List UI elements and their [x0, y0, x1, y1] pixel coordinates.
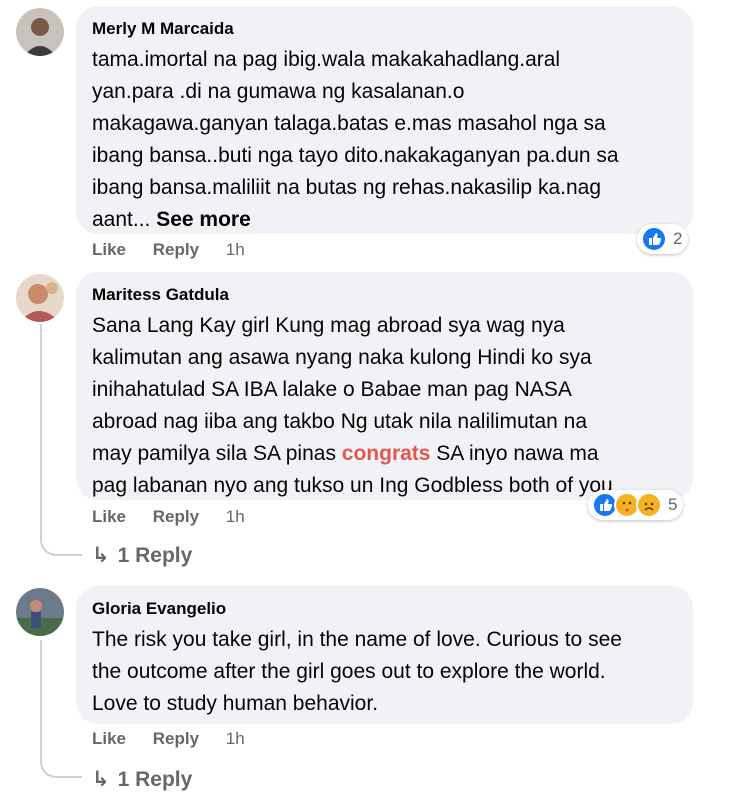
comment-bubble: Merly M Marcaida tama.imortal na pag ibi…	[76, 6, 693, 234]
reaction-count: 5	[668, 495, 678, 514]
comment-text: The risk you take girl, in the name of l…	[92, 628, 622, 715]
comment-text: Sana Lang Kay girl Kung mag abroad sya w…	[92, 314, 613, 497]
reply-button[interactable]: Reply	[153, 507, 199, 526]
comment-actions: Like Reply 1h	[92, 240, 267, 260]
see-more-link[interactable]: See more	[156, 208, 251, 231]
avatar[interactable]	[16, 274, 64, 322]
comment-bubble: Maritess Gatdula Sana Lang Kay girl Kung…	[76, 272, 693, 500]
comment-actions: Like Reply 1h	[92, 729, 267, 749]
thread-connector	[40, 752, 82, 778]
reply-arrow-icon: ↳	[92, 768, 110, 791]
reply-arrow-icon: ↳	[92, 544, 110, 567]
comment-text: tama.imortal na pag ibig.wala makakahadl…	[92, 48, 619, 231]
comment-bubble: Gloria Evangelio The risk you take girl,…	[76, 586, 693, 724]
like-icon	[641, 226, 667, 252]
like-button[interactable]: Like	[92, 507, 126, 526]
comment-author[interactable]: Maritess Gatdula	[92, 284, 677, 306]
comment-actions: Like Reply 1h	[92, 507, 267, 527]
view-replies-link[interactable]: ↳ 1 Reply	[92, 543, 192, 568]
reaction-count: 2	[673, 229, 683, 248]
highlight-keyword[interactable]: congrats	[342, 442, 431, 465]
reactions-summary[interactable]: 2	[637, 224, 689, 254]
like-button[interactable]: Like	[92, 729, 126, 748]
thread-line	[40, 640, 42, 752]
timestamp[interactable]: 1h	[226, 240, 245, 259]
thread-line	[40, 324, 42, 530]
sad-icon	[636, 492, 662, 518]
view-replies-link[interactable]: ↳ 1 Reply	[92, 767, 192, 792]
like-button[interactable]: Like	[92, 240, 126, 259]
timestamp[interactable]: 1h	[226, 729, 245, 748]
comment-author[interactable]: Merly M Marcaida	[92, 18, 677, 40]
reactions-summary[interactable]: 5	[588, 490, 684, 520]
reply-button[interactable]: Reply	[153, 240, 199, 259]
thread-connector	[40, 530, 82, 556]
timestamp[interactable]: 1h	[226, 507, 245, 526]
reply-button[interactable]: Reply	[153, 729, 199, 748]
avatar[interactable]	[16, 588, 64, 636]
comment-author[interactable]: Gloria Evangelio	[92, 598, 677, 620]
avatar[interactable]	[16, 8, 64, 56]
